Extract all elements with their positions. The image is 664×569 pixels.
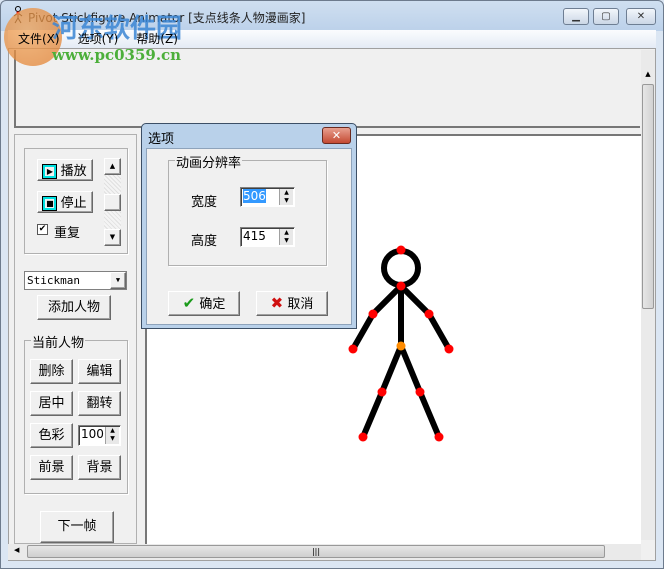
menu-help[interactable]: 帮助(Z) (136, 32, 178, 46)
stickman-figure[interactable] (340, 240, 470, 450)
menu-options[interactable]: 选项(Y) (78, 32, 119, 46)
menu-file[interactable]: 文件(X) (18, 32, 60, 46)
stickman-head (381, 248, 421, 288)
spinner-arrows-icon[interactable]: ▲ ▼ (279, 229, 293, 245)
repeat-label: 重复 (54, 226, 81, 241)
add-figure-button[interactable]: 添加人物 (37, 295, 111, 320)
width-label: 宽度 (191, 195, 218, 210)
vertical-scrollbar[interactable]: ▲ (641, 50, 655, 540)
delete-button[interactable]: 删除 (30, 359, 73, 384)
minimize-button[interactable]: ▁ (563, 8, 589, 25)
center-button[interactable]: 居中 (30, 391, 73, 416)
repeat-checkbox[interactable]: ✔ (37, 224, 48, 235)
spinner-arrows-icon[interactable]: ▲ ▼ (105, 427, 119, 444)
watermark-url: www.pc0359.cn (52, 46, 182, 64)
dialog-close-button[interactable]: ✕ (322, 127, 351, 144)
opacity-spinner[interactable]: 100 ▲ ▼ (78, 425, 121, 446)
checkmark-icon: ✔ (182, 294, 196, 312)
ok-button[interactable]: ✔ 确定 (168, 291, 240, 316)
color-button[interactable]: 色彩 (30, 423, 73, 448)
close-button[interactable]: ✕ (626, 8, 656, 25)
back-button[interactable]: 背景 (78, 455, 121, 480)
next-frame-button[interactable]: 下一帧 (40, 511, 114, 543)
menu-bar: 文件(X) 选项(Y) 帮助(Z) (8, 30, 656, 48)
flip-button[interactable]: 翻转 (78, 391, 121, 416)
width-input[interactable]: 506 ▲ ▼ (240, 187, 295, 207)
x-icon: ✖ (270, 294, 284, 312)
speed-scrollbar[interactable]: ▲ ▼ (104, 158, 121, 246)
chevron-down-icon[interactable]: ▼ (110, 272, 126, 289)
height-input[interactable]: 415 ▲ ▼ (240, 227, 295, 247)
horizontal-scroll-thumb[interactable]: ||| (27, 545, 605, 558)
vertical-scroll-thumb[interactable] (642, 84, 654, 309)
center-joint (396, 341, 406, 351)
edit-button[interactable]: 编辑 (78, 359, 121, 384)
dialog-title: 选项 (148, 132, 175, 147)
resolution-group: 动画分辨率 (168, 152, 327, 266)
spinner-arrows-icon[interactable]: ▲ ▼ (279, 189, 293, 205)
stop-icon: ■ (42, 196, 58, 211)
maximize-button[interactable]: ▢ (593, 8, 619, 25)
play-button[interactable]: ▶ 播放 (37, 159, 93, 181)
cancel-button[interactable]: ✖ 取消 (256, 291, 328, 316)
figure-select[interactable]: Stickman ▼ (24, 271, 127, 290)
play-icon: ▶ (42, 164, 58, 179)
horizontal-scrollbar[interactable]: ◀ ||| (8, 544, 641, 560)
front-button[interactable]: 前景 (30, 455, 73, 480)
stop-button[interactable]: ■ 停止 (37, 191, 93, 213)
height-label: 高度 (191, 234, 218, 249)
